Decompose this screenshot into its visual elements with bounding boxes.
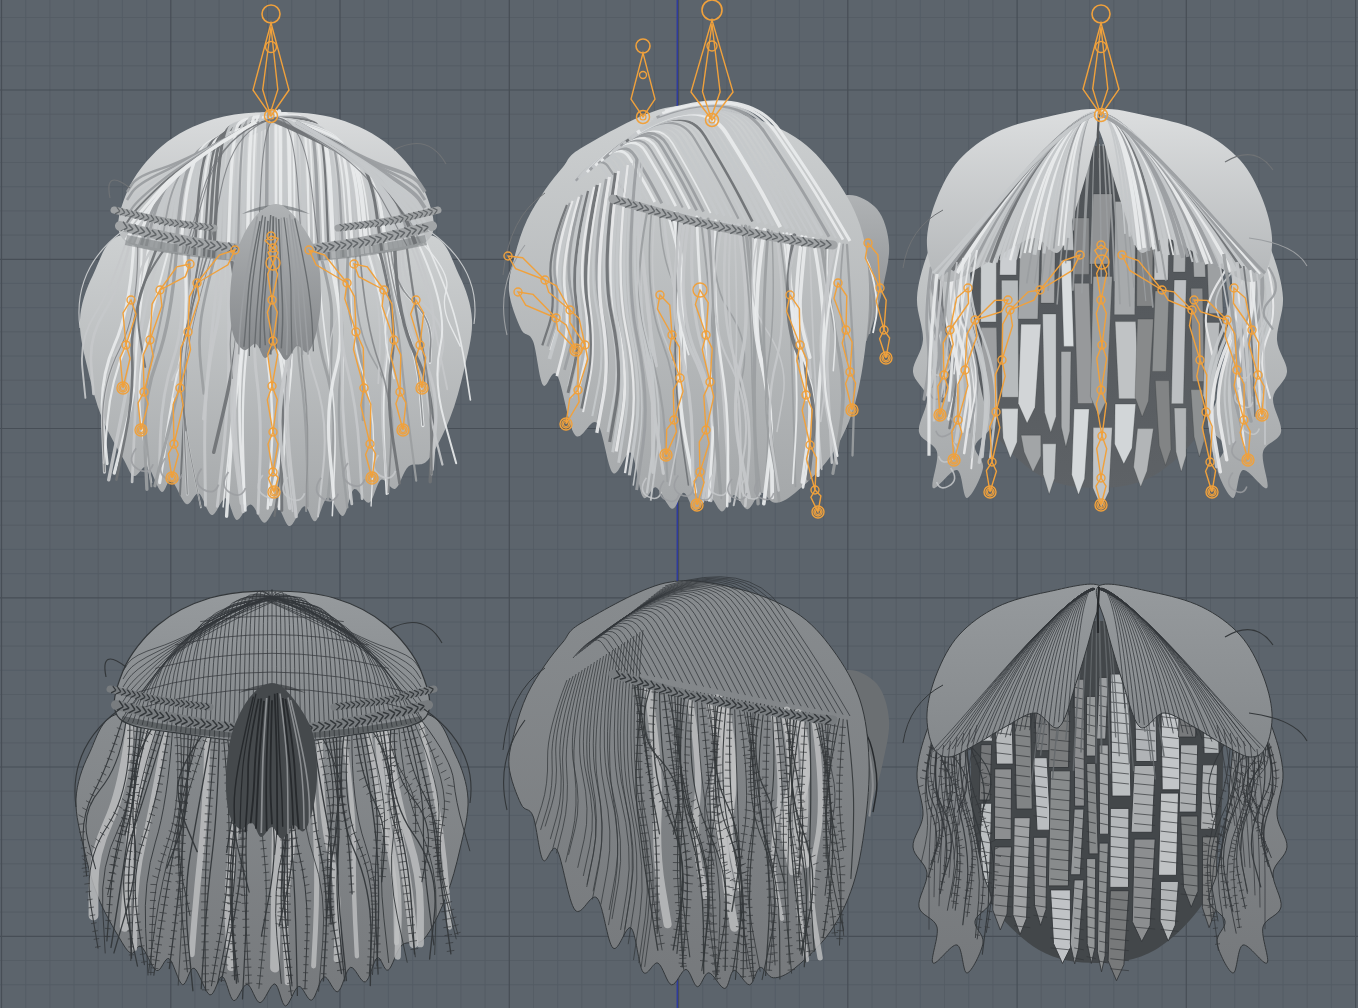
viewport-3d[interactable] [0, 0, 1358, 1008]
hair-front-wire [903, 584, 1307, 981]
viewport-canvas[interactable] [0, 0, 1358, 1008]
